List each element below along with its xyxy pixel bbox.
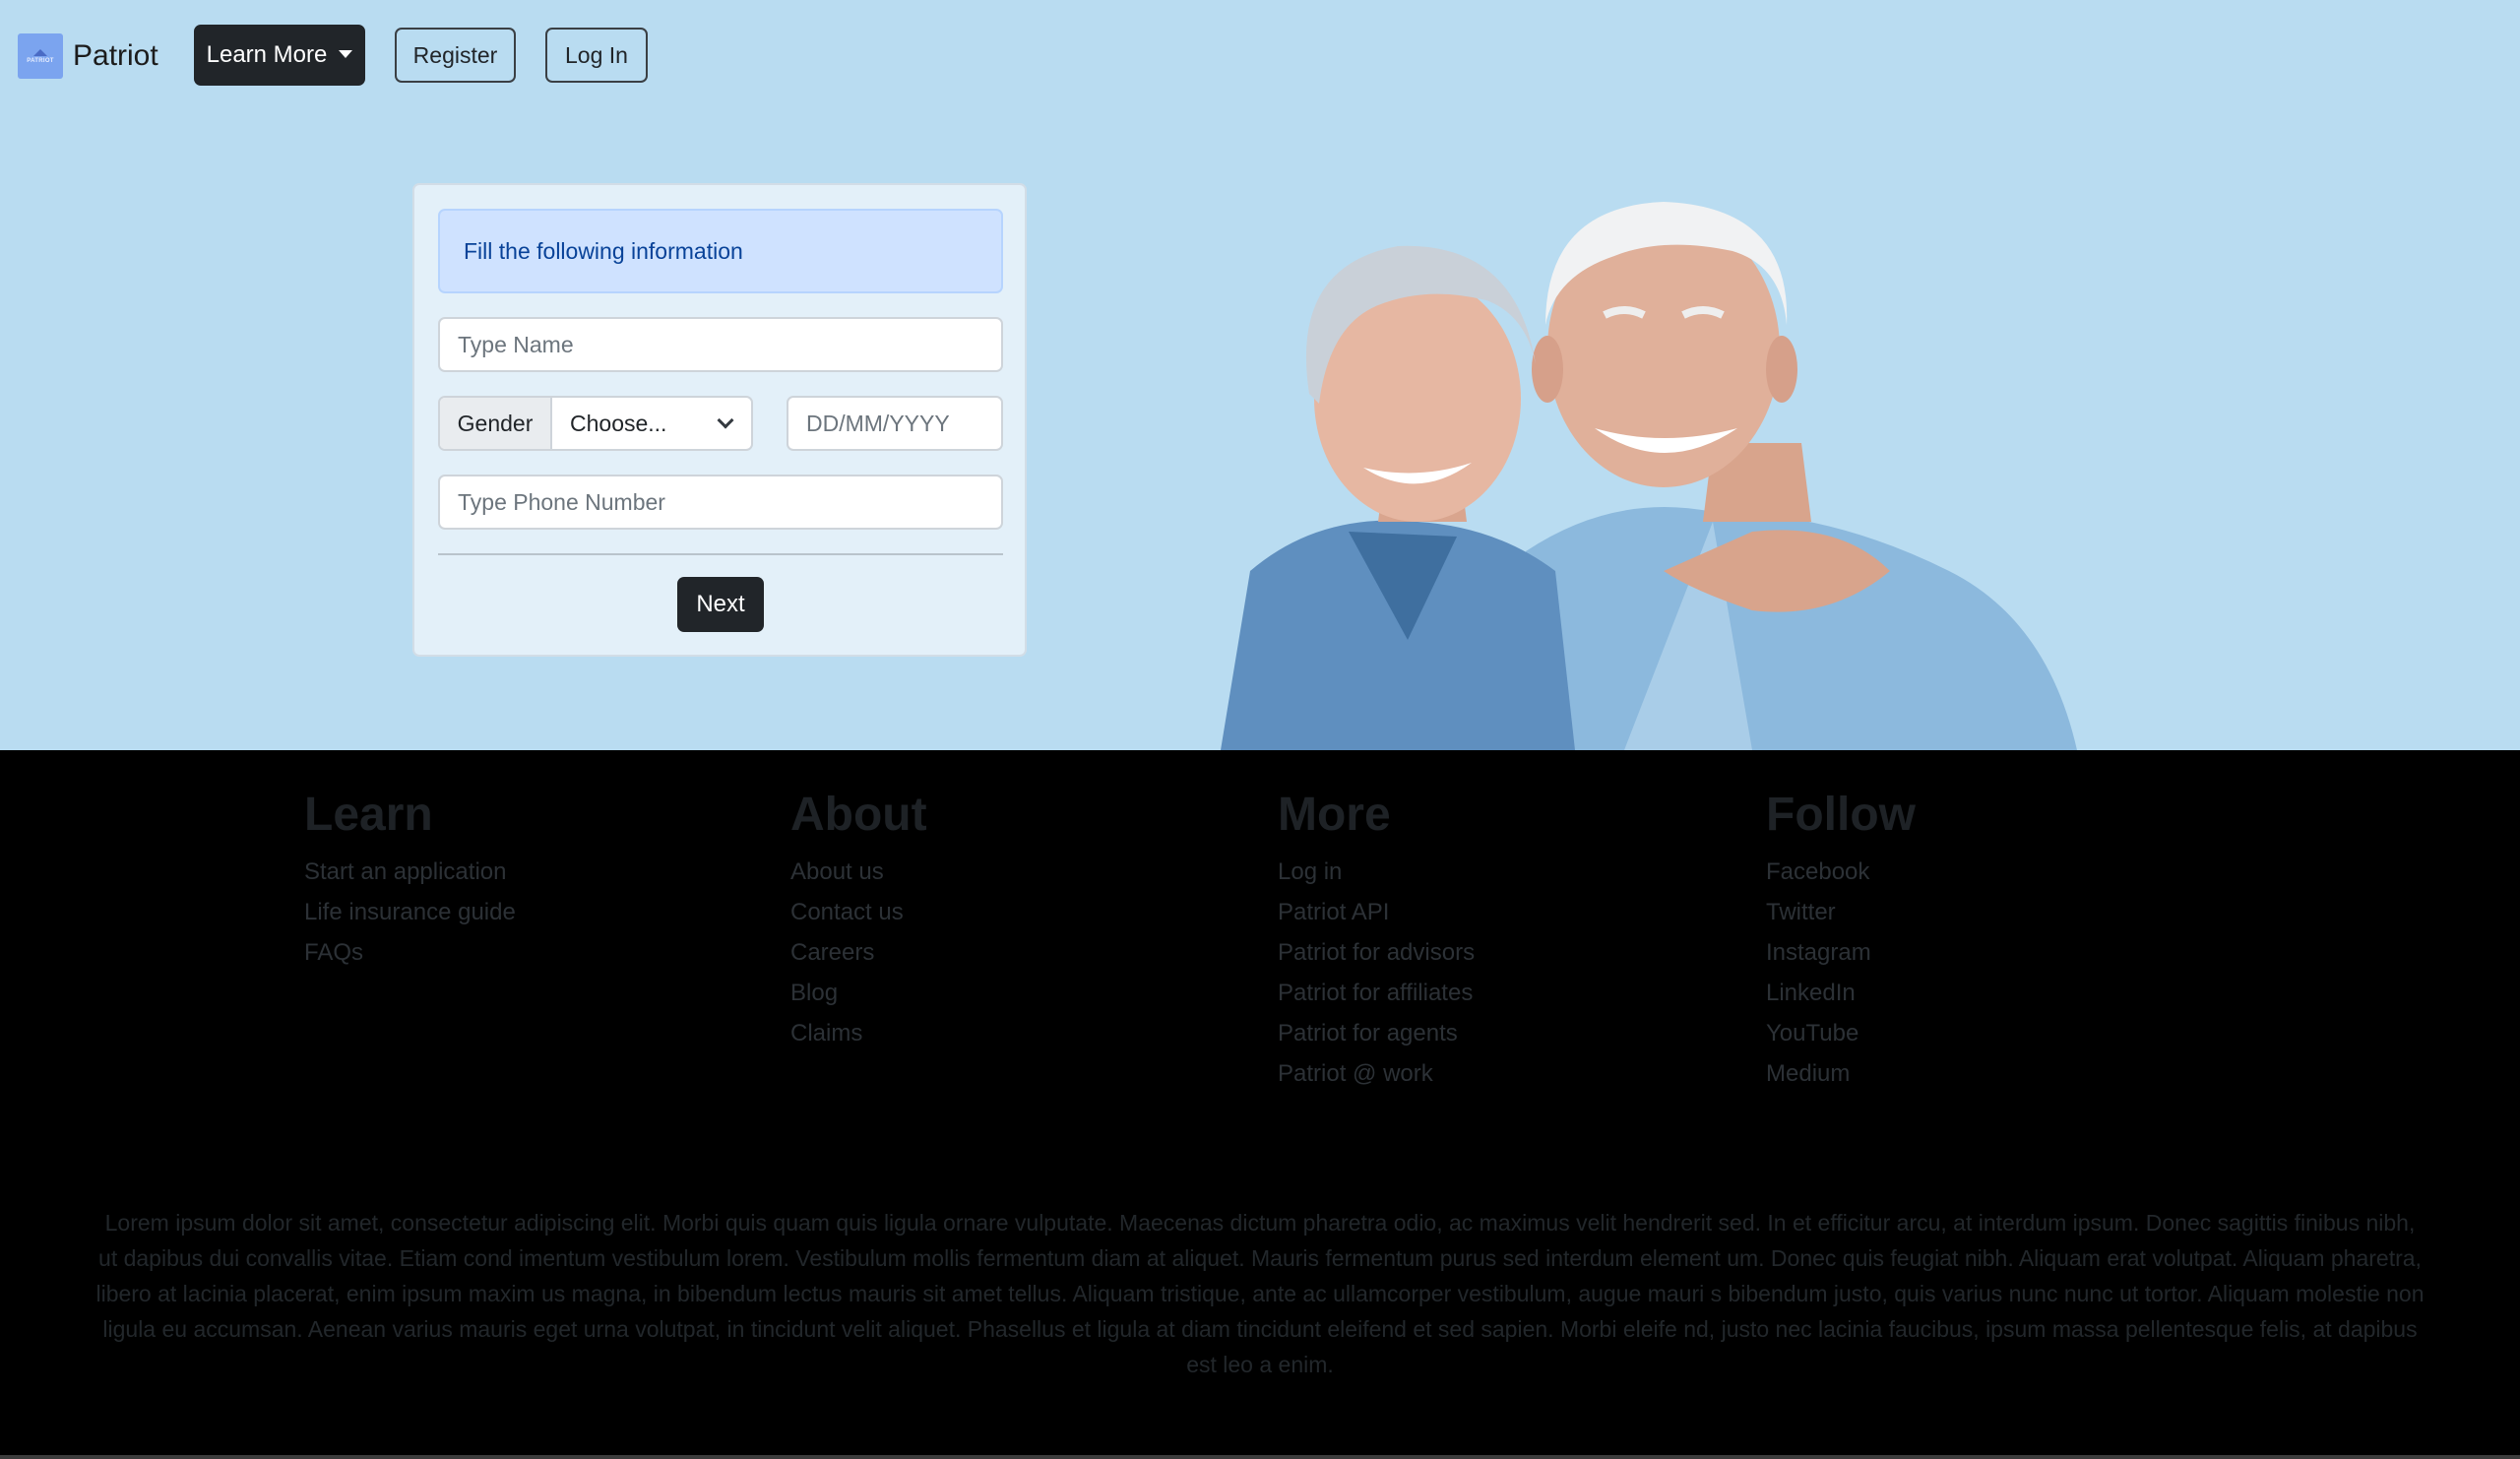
- footer-link-careers[interactable]: Careers: [790, 932, 927, 973]
- footer-link-life-insurance-guide[interactable]: Life insurance guide: [304, 892, 516, 932]
- footer-link-youtube[interactable]: YouTube: [1766, 1013, 1916, 1053]
- caret-down-icon: [339, 49, 353, 58]
- registration-form-card: Fill the following information Gender Ch…: [412, 183, 1027, 657]
- brand-name[interactable]: Patriot: [73, 39, 158, 73]
- footer-link-blog[interactable]: Blog: [790, 973, 927, 1013]
- gender-select-value: Choose...: [570, 410, 667, 436]
- footer-link-twitter[interactable]: Twitter: [1766, 892, 1916, 932]
- navbar: PATRIOT Patriot Learn More Register Log …: [0, 0, 2520, 110]
- footer-link-patriot-work[interactable]: Patriot @ work: [1278, 1053, 1475, 1094]
- footer-link-patriot-api[interactable]: Patriot API: [1278, 892, 1475, 932]
- phone-input[interactable]: [438, 475, 1003, 530]
- footer-link-log-in[interactable]: Log in: [1278, 852, 1475, 892]
- house-icon: [33, 48, 47, 56]
- footer-link-faqs[interactable]: FAQs: [304, 932, 516, 973]
- login-button[interactable]: Log In: [545, 28, 648, 83]
- gender-label: Gender: [440, 398, 552, 449]
- footer-link-medium[interactable]: Medium: [1766, 1053, 1916, 1094]
- brand[interactable]: PATRIOT Patriot: [18, 33, 158, 79]
- footer-link-instagram[interactable]: Instagram: [1766, 932, 1916, 973]
- footer-link-claims[interactable]: Claims: [790, 1013, 927, 1053]
- footer: Learn Start an application Life insuranc…: [0, 750, 2520, 1459]
- learn-more-label: Learn More: [206, 41, 328, 68]
- footer-column-more: More Log in Patriot API Patriot for advi…: [1278, 788, 1475, 1094]
- brand-logo: PATRIOT: [18, 33, 63, 79]
- footer-column-learn: Learn Start an application Life insuranc…: [304, 788, 516, 973]
- gender-select[interactable]: Choose...: [552, 398, 751, 449]
- bottom-divider: [0, 1455, 2520, 1459]
- learn-more-dropdown-button[interactable]: Learn More: [194, 25, 365, 86]
- footer-link-start-application[interactable]: Start an application: [304, 852, 516, 892]
- footer-link-patriot-affiliates[interactable]: Patriot for affiliates: [1278, 973, 1475, 1013]
- next-button[interactable]: Next: [677, 577, 764, 632]
- footer-description: Lorem ipsum dolor sit amet, consectetur …: [95, 1210, 2425, 1377]
- footer-link-linkedin[interactable]: LinkedIn: [1766, 973, 1916, 1013]
- footer-link-about-us[interactable]: About us: [790, 852, 927, 892]
- footer-link-patriot-advisors[interactable]: Patriot for advisors: [1278, 932, 1475, 973]
- footer-column-follow: Follow Facebook Twitter Instagram Linked…: [1766, 788, 1916, 1094]
- footer-link-patriot-agents[interactable]: Patriot for agents: [1278, 1013, 1475, 1053]
- footer-column-about: About About us Contact us Careers Blog C…: [790, 788, 927, 1053]
- form-divider: [438, 553, 1003, 555]
- footer-link-facebook[interactable]: Facebook: [1766, 852, 1916, 892]
- footer-heading-about: About: [790, 789, 927, 841]
- senior-couple-photo: [1221, 202, 2077, 750]
- brand-logo-text: PATRIOT: [27, 57, 54, 64]
- register-button[interactable]: Register: [395, 28, 516, 83]
- date-of-birth-input[interactable]: [787, 396, 1003, 451]
- gender-input-group: Gender Choose...: [438, 396, 753, 451]
- chevron-down-icon: [717, 412, 734, 429]
- name-input[interactable]: [438, 317, 1003, 372]
- footer-heading-learn: Learn: [304, 789, 433, 841]
- footer-link-contact-us[interactable]: Contact us: [790, 892, 927, 932]
- footer-heading-more: More: [1278, 789, 1391, 841]
- form-instruction-alert: Fill the following information: [438, 209, 1003, 293]
- hero-section: PATRIOT Patriot Learn More Register Log …: [0, 0, 2520, 750]
- footer-heading-follow: Follow: [1766, 789, 1916, 841]
